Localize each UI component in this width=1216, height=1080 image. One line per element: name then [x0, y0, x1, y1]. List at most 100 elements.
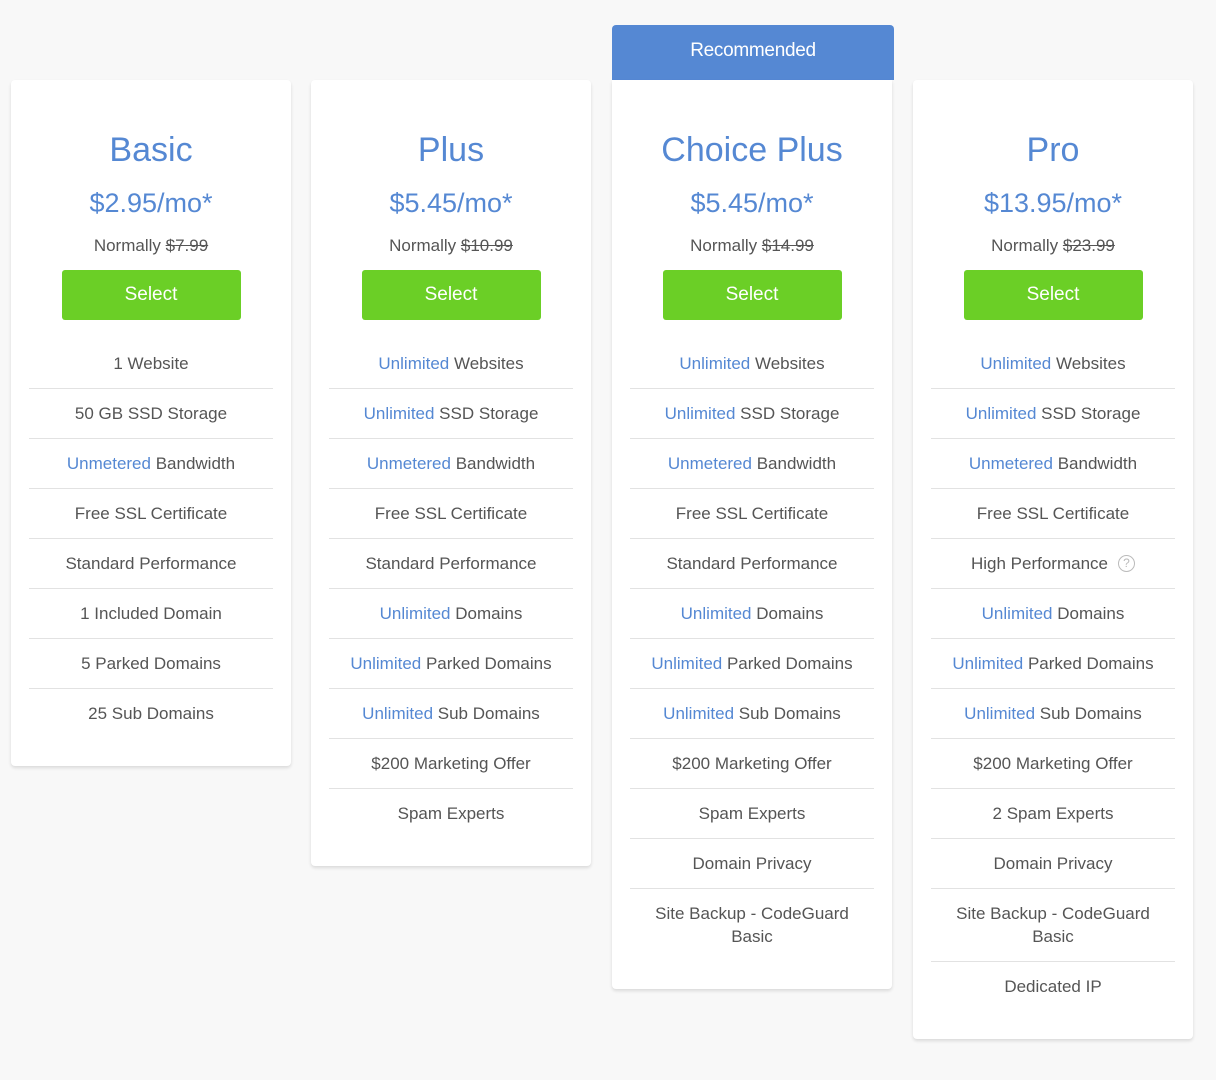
plan-price: $13.95/mo*	[983, 188, 1123, 218]
feature-text: Websites	[449, 354, 524, 373]
feature-highlight: Unlimited	[964, 704, 1036, 723]
feature-text: Domain Privacy	[993, 854, 1113, 873]
feature-text: Site Backup - CodeGuard Basic	[655, 904, 849, 946]
feature-text: Dedicated IP	[1004, 977, 1102, 996]
feature-item: $200 Marketing Offer	[329, 738, 573, 788]
feature-text: Bandwidth	[150, 454, 236, 473]
select-button[interactable]: Select	[61, 270, 241, 320]
feature-item: Unlimited SSD Storage	[630, 388, 874, 438]
plan-name: Choice Plus	[661, 131, 843, 169]
feature-text: Sub Domains	[433, 704, 540, 723]
feature-item: Unlimited Sub Domains	[931, 688, 1175, 738]
feature-text: Site Backup - CodeGuard Basic	[956, 904, 1150, 946]
feature-text: Domains	[450, 604, 523, 623]
feature-text: Standard Performance	[65, 554, 237, 573]
feature-list: Unlimited Websites Unlimited SSD Storage U…	[329, 339, 573, 838]
feature-highlight: Unlimited	[965, 404, 1037, 423]
feature-item: Unlimited Domains	[630, 588, 874, 638]
feature-item: 1 Website	[29, 339, 273, 388]
plan-card-choice-plus: Choice Plus $5.45/mo* Normally $14.99 Selec…	[612, 80, 892, 989]
feature-item: Unmetered Bandwidth	[329, 438, 573, 488]
feature-highlight: Unlimited	[664, 404, 736, 423]
feature-text: Free SSL Certificate	[675, 504, 829, 523]
plan-name: Pro	[1026, 131, 1080, 169]
feature-item: Unlimited Sub Domains	[630, 688, 874, 738]
normally-label: Normally	[93, 236, 161, 255]
plan-price: $5.45/mo*	[389, 188, 513, 218]
feature-item: Standard Performance	[329, 538, 573, 588]
feature-item: $200 Marketing Offer	[630, 738, 874, 788]
plan-price: $5.45/mo*	[690, 188, 814, 218]
feature-text: 25 Sub Domains	[88, 704, 214, 723]
feature-item: Dedicated IP	[931, 961, 1175, 1011]
feature-text: SSD Storage	[735, 404, 840, 423]
feature-text: Free SSL Certificate	[976, 504, 1130, 523]
feature-text: Websites	[750, 354, 825, 373]
select-button[interactable]: Select	[361, 270, 541, 320]
feature-item: Site Backup - CodeGuard Basic	[931, 888, 1175, 961]
feature-text: Spam Experts	[698, 804, 806, 823]
feature-highlight: Unlimited	[350, 654, 422, 673]
feature-item: Unmetered Bandwidth	[29, 438, 273, 488]
feature-text: Parked Domains	[1023, 654, 1154, 673]
feature-item: Unlimited Parked Domains	[329, 638, 573, 688]
normal-price-line: Normally $14.99	[630, 234, 874, 258]
feature-text: Domains	[1052, 604, 1125, 623]
feature-highlight: Unmetered	[667, 454, 752, 473]
feature-text: Spam Experts	[397, 804, 505, 823]
select-button[interactable]: Select	[662, 270, 842, 320]
feature-text: 1 Included Domain	[80, 604, 222, 623]
plan-card-plus: Plus $5.45/mo* Normally $10.99 Select Unlimi…	[311, 80, 591, 866]
feature-highlight: Unlimited	[378, 354, 450, 373]
feature-item: 50 GB SSD Storage	[29, 388, 273, 438]
feature-highlight: Unlimited	[663, 704, 735, 723]
feature-highlight: Unmetered	[366, 454, 451, 473]
feature-text: SSD Storage	[434, 404, 539, 423]
normal-price: $7.99	[165, 236, 209, 255]
feature-list: Unlimited Websites Unlimited SSD Storage U…	[931, 339, 1175, 1011]
feature-item: Spam Experts	[630, 788, 874, 838]
feature-item: Unlimited Parked Domains	[630, 638, 874, 688]
plan-name: Basic	[109, 131, 193, 169]
feature-text: 2 Spam Experts	[992, 804, 1114, 823]
feature-highlight: Unlimited	[680, 604, 752, 623]
feature-item: Unlimited Domains	[329, 588, 573, 638]
feature-item: Unmetered Bandwidth	[630, 438, 874, 488]
normal-price: $23.99	[1062, 236, 1115, 255]
normally-label: Normally	[690, 236, 758, 255]
feature-item: Spam Experts	[329, 788, 573, 838]
plan-price: $2.95/mo*	[89, 188, 213, 218]
feature-item: Standard Performance	[29, 538, 273, 588]
feature-item: Standard Performance	[630, 538, 874, 588]
feature-highlight: Unlimited	[379, 604, 451, 623]
feature-item: Domain Privacy	[630, 838, 874, 888]
feature-highlight: Unlimited	[363, 404, 435, 423]
feature-item: Unlimited Websites	[931, 339, 1175, 388]
feature-highlight: Unmetered	[968, 454, 1053, 473]
normal-price-line: Normally $7.99	[29, 234, 273, 258]
feature-text: Sub Domains	[1035, 704, 1142, 723]
feature-text: 1 Website	[113, 354, 189, 373]
feature-text: High Performance	[970, 554, 1108, 573]
feature-text: Domain Privacy	[692, 854, 812, 873]
feature-item: Unlimited Websites	[329, 339, 573, 388]
feature-item: $200 Marketing Offer	[931, 738, 1175, 788]
feature-highlight: Unlimited	[981, 604, 1053, 623]
help-icon[interactable]: ?	[1118, 555, 1135, 572]
normal-price-line: Normally $10.99	[329, 234, 573, 258]
normally-label: Normally	[389, 236, 457, 255]
plan-card-pro: Pro $13.95/mo* Normally $23.99 Select Unlimi…	[913, 80, 1193, 1039]
feature-item: 1 Included Domain	[29, 588, 273, 638]
normal-price: $14.99	[761, 236, 814, 255]
feature-item: Unlimited Domains	[931, 588, 1175, 638]
feature-text: Standard Performance	[666, 554, 838, 573]
feature-item: Unlimited Parked Domains	[931, 638, 1175, 688]
select-button[interactable]: Select	[963, 270, 1143, 320]
feature-item: Domain Privacy	[931, 838, 1175, 888]
feature-text: Bandwidth	[751, 454, 837, 473]
feature-text: Standard Performance	[365, 554, 537, 573]
feature-text: Domains	[751, 604, 824, 623]
feature-item: 2 Spam Experts	[931, 788, 1175, 838]
feature-text: Websites	[1051, 354, 1126, 373]
feature-item: Free SSL Certificate	[931, 488, 1175, 538]
